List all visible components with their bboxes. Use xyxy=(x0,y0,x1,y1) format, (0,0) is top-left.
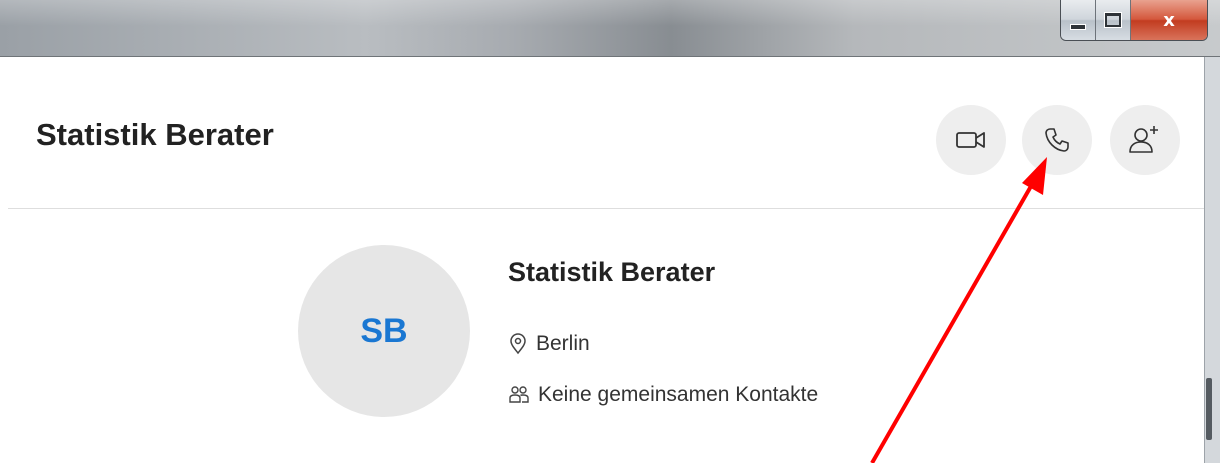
location-pin-icon xyxy=(510,333,526,355)
window-controls: x xyxy=(1060,0,1208,41)
audio-call-button[interactable] xyxy=(1022,105,1092,175)
maximize-button[interactable] xyxy=(1096,0,1131,40)
video-call-button[interactable] xyxy=(936,105,1006,175)
location-text: Berlin xyxy=(536,332,590,355)
contact-profile-panel: Statistik Berater SB Statistik Berater B… xyxy=(8,57,1204,463)
scrollbar-thumb[interactable] xyxy=(1206,378,1212,440)
location-row: Berlin xyxy=(508,332,590,356)
mutual-contacts-text: Keine gemeinsamen Kontakte xyxy=(538,383,819,406)
close-button[interactable]: x xyxy=(1131,0,1207,40)
video-camera-icon xyxy=(956,132,985,148)
page-title: Statistik Berater xyxy=(36,117,274,152)
window-title-bar[interactable] xyxy=(0,0,1220,57)
minimize-icon xyxy=(1070,24,1086,30)
contact-name: Statistik Berater xyxy=(508,257,716,287)
avatar-initials: SB xyxy=(360,311,408,350)
maximize-icon xyxy=(1105,13,1121,27)
avatar: SB xyxy=(298,245,470,417)
add-participant-button[interactable] xyxy=(1110,105,1180,175)
people-icon xyxy=(509,386,529,403)
minimize-button[interactable] xyxy=(1061,0,1096,40)
mutual-contacts-row: Keine gemeinsamen Kontakte xyxy=(508,383,818,407)
close-label: x xyxy=(1163,9,1175,31)
add-person-icon xyxy=(1129,126,1158,153)
phone-icon xyxy=(1045,128,1069,152)
header-divider xyxy=(8,208,1204,209)
